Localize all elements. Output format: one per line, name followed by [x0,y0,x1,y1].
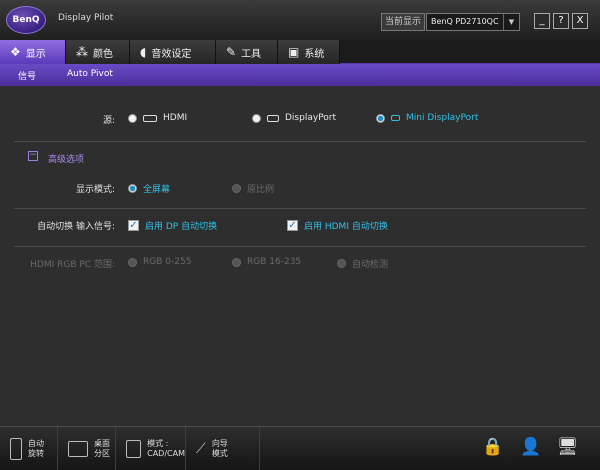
hdmi-auto-switch[interactable]: ✓ 启用 HDMI 自动切换 [287,219,388,232]
monitor-settings-icon[interactable]: 🖥 [557,437,579,457]
tab-tools[interactable]: ✎ 工具 [216,40,278,64]
cad-cam-icon [126,440,142,458]
close-button[interactable]: X [572,13,588,29]
wizard-mode-label: 向导 模式 [211,439,228,458]
source-label: 源: [102,116,115,126]
desktop-partition-button[interactable]: 桌面 分区 [58,427,116,470]
current-display-label: 当前显示 [381,13,425,31]
source-option-displayport[interactable]: DisplayPort [252,113,336,123]
radio-aspect [232,184,241,193]
radio-rgb-16-235 [232,257,241,267]
tab-tools-label: 工具 [241,48,262,60]
monitor-select[interactable]: BenQ PD2710QC ▼ [426,13,520,31]
auto-switch-label: 自动切换 输入信号: [37,222,115,232]
displayport-icon [267,114,279,122]
help-button[interactable]: ? [553,13,569,29]
rgb-0-255-label: RGB 0-255 [143,257,192,267]
radio-hdmi[interactable] [128,113,137,123]
rgb-auto-detect: 自动检测 [337,257,388,270]
display-mode-fullscreen[interactable]: 全屏幕 [128,182,170,195]
radio-fullscreen[interactable] [128,184,137,193]
divider [14,208,586,209]
wrench-icon: ✎ [226,45,237,59]
tab-color[interactable]: ⁂ 颜色 [66,40,130,64]
source-option-hdmi[interactable]: HDMI [128,113,187,123]
advanced-options-title: 高级选项 [48,155,85,165]
hdmi-port-icon [143,114,157,122]
display-mode-label: 显示模式: [75,185,115,195]
monitor-select-value: BenQ PD2710QC [431,17,499,26]
rgb-16-235-label: RGB 16-235 [247,257,302,267]
main-tabs: ❖ 显示 ⁂ 颜色 ◖ 音效设定 ✎ 工具 ▣ 系统 [0,40,600,64]
divider [14,246,586,247]
tab-system[interactable]: ▣ 系统 [278,40,340,64]
tab-display-label: 显示 [25,48,46,60]
fullscreen-label: 全屏幕 [143,185,171,195]
tab-audio[interactable]: ◖ 音效设定 [130,40,216,64]
subtab-auto-pivot[interactable]: Auto Pivot [67,69,113,79]
tab-system-label: 系统 [304,48,325,60]
source-mini-displayport-label: Mini DisplayPort [406,113,479,123]
speaker-icon: ◖ [140,45,147,59]
lock-icon[interactable]: 🔒 [482,437,503,457]
radio-rgb-0-255 [128,257,137,267]
chevron-down-icon[interactable]: ▼ [503,14,519,30]
user-icon[interactable]: 👤 [520,437,541,457]
tab-display[interactable]: ❖ 显示 [0,40,66,64]
tab-color-label: 颜色 [93,48,113,60]
cad-cam-mode-button[interactable]: 模式 : CAD/CAM [116,427,186,470]
aspect-label: 原比例 [247,185,275,195]
desktop-partition-label: 桌面 分区 [94,439,110,458]
radio-displayport[interactable] [252,113,261,123]
dp-auto-switch-label: 启用 DP 自动切换 [145,222,218,232]
source-hdmi-label: HDMI [163,113,188,123]
display-mode-aspect: 原比例 [232,182,274,195]
radio-mini-displayport[interactable] [376,113,385,123]
rgb-0-255: RGB 0-255 [128,257,191,267]
cad-cam-label: 模式 : CAD/CAM [147,439,185,458]
benq-logo: BenQ [6,6,46,34]
rgb-16-235: RGB 16-235 [232,257,301,267]
system-icon: ▣ [288,45,300,59]
hdmi-auto-switch-label: 启用 HDMI 自动切换 [304,222,388,232]
auto-rotate-label: 自动 旋转 [28,439,44,458]
display-gear-icon: ❖ [10,45,21,59]
rgb-auto-label: 自动检测 [352,260,389,270]
collapse-icon[interactable]: − [28,151,38,161]
auto-rotate-button[interactable]: 自动 旋转 [0,427,58,470]
monitor-icon [68,441,88,457]
rgb-range-label: HDMI RGB PC 范围: [30,260,115,270]
subtab-signal[interactable]: 信号 [18,69,36,82]
settings-panel: 源: HDMI DisplayPort Mini DisplayPort − 高… [0,86,600,426]
hdmi-auto-switch-checkbox[interactable]: ✓ [287,220,298,231]
dp-auto-switch-checkbox[interactable]: ✓ [128,220,139,231]
sub-tabs: 信号 Auto Pivot [0,64,600,86]
title-bar: BenQ Display Pilot 当前显示 BenQ PD2710QC ▼ … [0,0,600,40]
wizard-mode-button[interactable]: ⟋ 向导 模式 [186,427,260,470]
color-dots-icon: ⁂ [76,45,88,59]
wand-icon: ⟋ [196,441,206,457]
radio-rgb-auto [337,259,346,268]
source-option-mini-displayport[interactable]: Mini DisplayPort [376,113,478,123]
tab-audio-label: 音效设定 [151,48,192,60]
bottom-toolbar: 自动 旋转 桌面 分区 模式 : CAD/CAM ⟋ 向导 模式 🔒 👤 🖥 [0,426,600,470]
app-title: Display Pilot [58,13,114,23]
divider [14,141,586,142]
source-displayport-label: DisplayPort [285,113,337,123]
mini-displayport-icon [391,115,400,121]
minimize-button[interactable]: _ [534,13,550,29]
dp-auto-switch[interactable]: ✓ 启用 DP 自动切换 [128,219,217,232]
phone-rotate-icon [10,438,22,460]
